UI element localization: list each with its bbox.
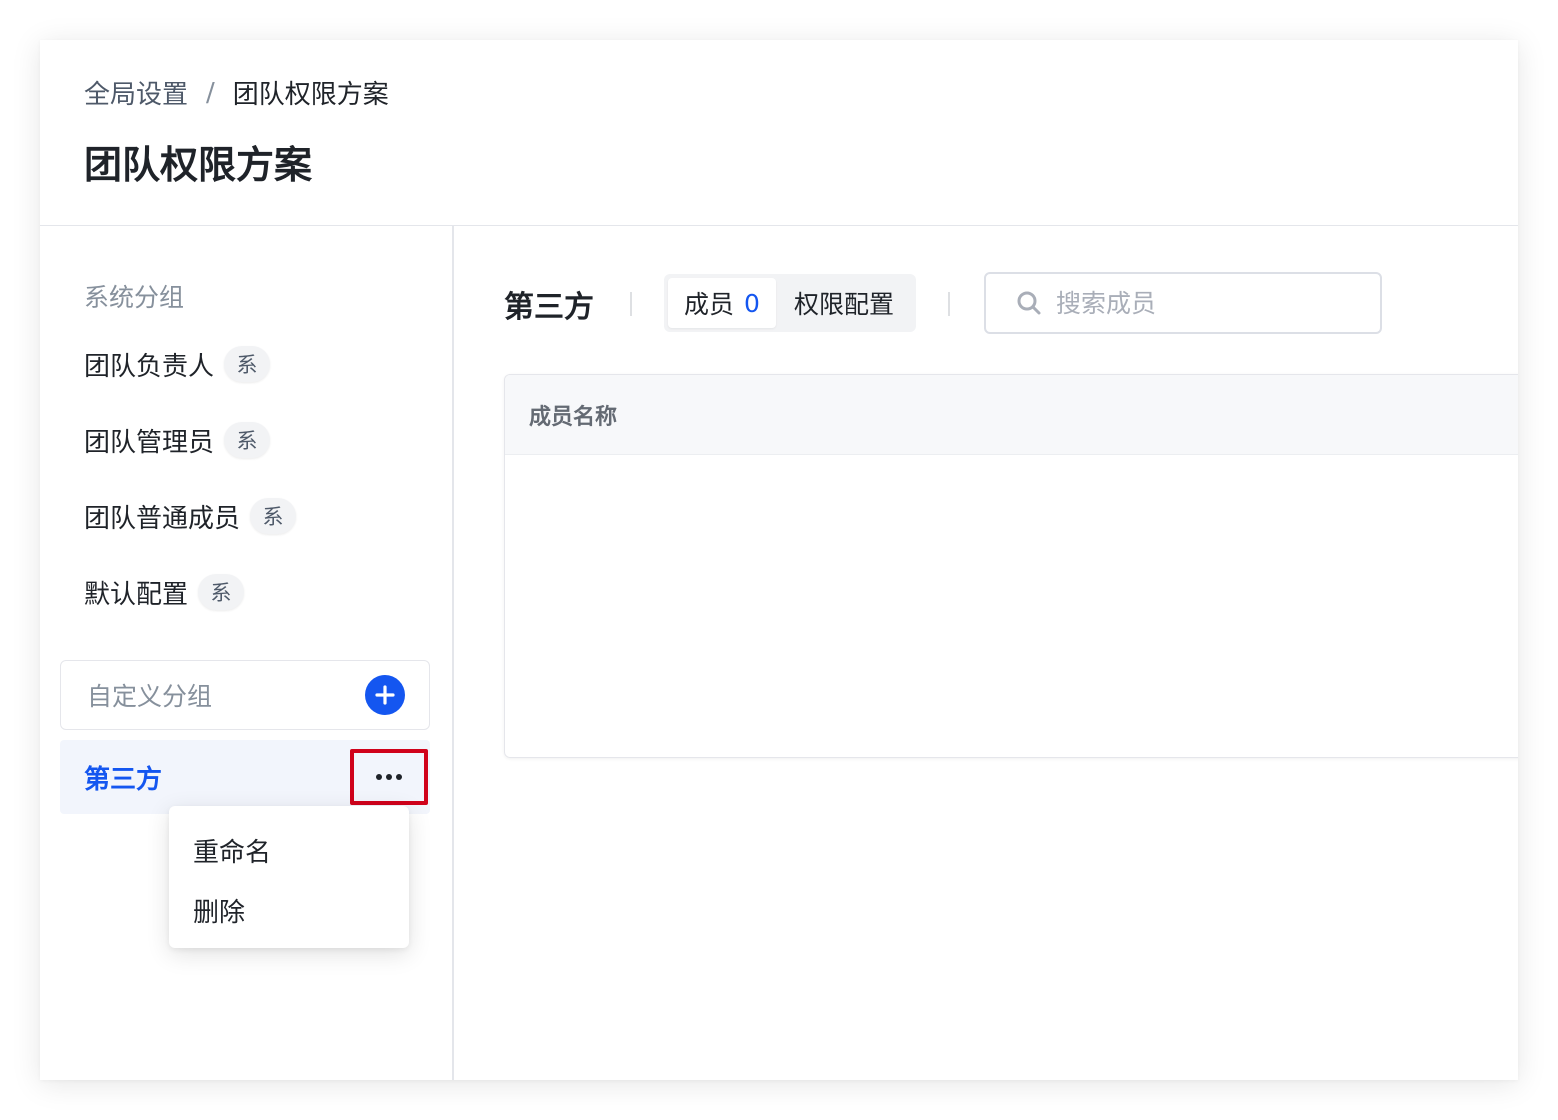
table-header: 成员名称 [505,375,1518,455]
add-group-button[interactable] [365,675,405,715]
breadcrumb: 全局设置 / 团队权限方案 [84,74,389,111]
system-group-title: 系统分组 [84,283,185,312]
sidebar-item-label: 默认配置 [84,579,189,610]
tab-members[interactable]: 成员 0 [668,278,776,328]
main-panel: 第三方 成员 0 权限配置 成员名称 [456,226,1518,1080]
breadcrumb-parent[interactable]: 全局设置 [84,74,188,111]
sidebar-item-label: 团队普通成员 [84,503,241,534]
search-input[interactable] [1056,288,1356,318]
sidebar-item-label: 第三方 [84,764,163,795]
system-badge: 系 [250,498,297,534]
menu-item-delete[interactable]: 删除 [169,880,409,940]
page-header: 全局设置 / 团队权限方案 团队权限方案 [40,40,1518,226]
sidebar-item-third-party[interactable]: 第三方 [60,740,430,814]
sidebar-item-label: 团队负责人 [84,351,215,382]
divider [948,292,950,316]
tab-switcher: 成员 0 权限配置 [664,274,916,332]
members-table: 成员名称 [504,374,1518,758]
custom-group-title: 自定义分组 [87,682,213,711]
breadcrumb-current: 团队权限方案 [232,80,389,110]
sidebar-item-label: 团队管理员 [84,427,215,458]
search-icon [1017,291,1041,315]
sidebar-item-team-member[interactable]: 团队普通成员 系 [84,494,297,538]
sidebar: 系统分组 团队负责人 系 团队管理员 系 团队普通成员 系 默认配置 系 自定义… [40,226,454,1080]
system-badge: 系 [224,346,271,382]
plus-circle-icon [375,685,395,705]
tab-label: 成员 [684,290,735,319]
tab-permission-config[interactable]: 权限配置 [776,278,912,328]
settings-card: 全局设置 / 团队权限方案 团队权限方案 系统分组 团队负责人 系 团队管理员 … [40,40,1518,1080]
member-search [984,272,1382,334]
more-actions-button[interactable] [350,749,428,805]
sidebar-item-default-config[interactable]: 默认配置 系 [84,570,245,614]
system-badge: 系 [224,422,271,458]
menu-item-rename[interactable]: 重命名 [169,820,409,880]
tab-label: 权限配置 [793,290,894,319]
column-header-member-name: 成员名称 [529,404,618,430]
more-actions-menu: 重命名 删除 [169,806,409,948]
sidebar-item-team-owner[interactable]: 团队负责人 系 [84,342,271,386]
page-title: 团队权限方案 [84,143,313,187]
breadcrumb-separator: / [206,77,215,108]
member-count: 0 [744,288,760,318]
ellipsis-icon [376,774,402,780]
group-name: 第三方 [504,290,594,325]
sidebar-item-team-admin[interactable]: 团队管理员 系 [84,418,271,462]
divider [630,292,632,316]
system-badge: 系 [198,574,245,610]
custom-group-header: 自定义分组 [60,660,430,730]
